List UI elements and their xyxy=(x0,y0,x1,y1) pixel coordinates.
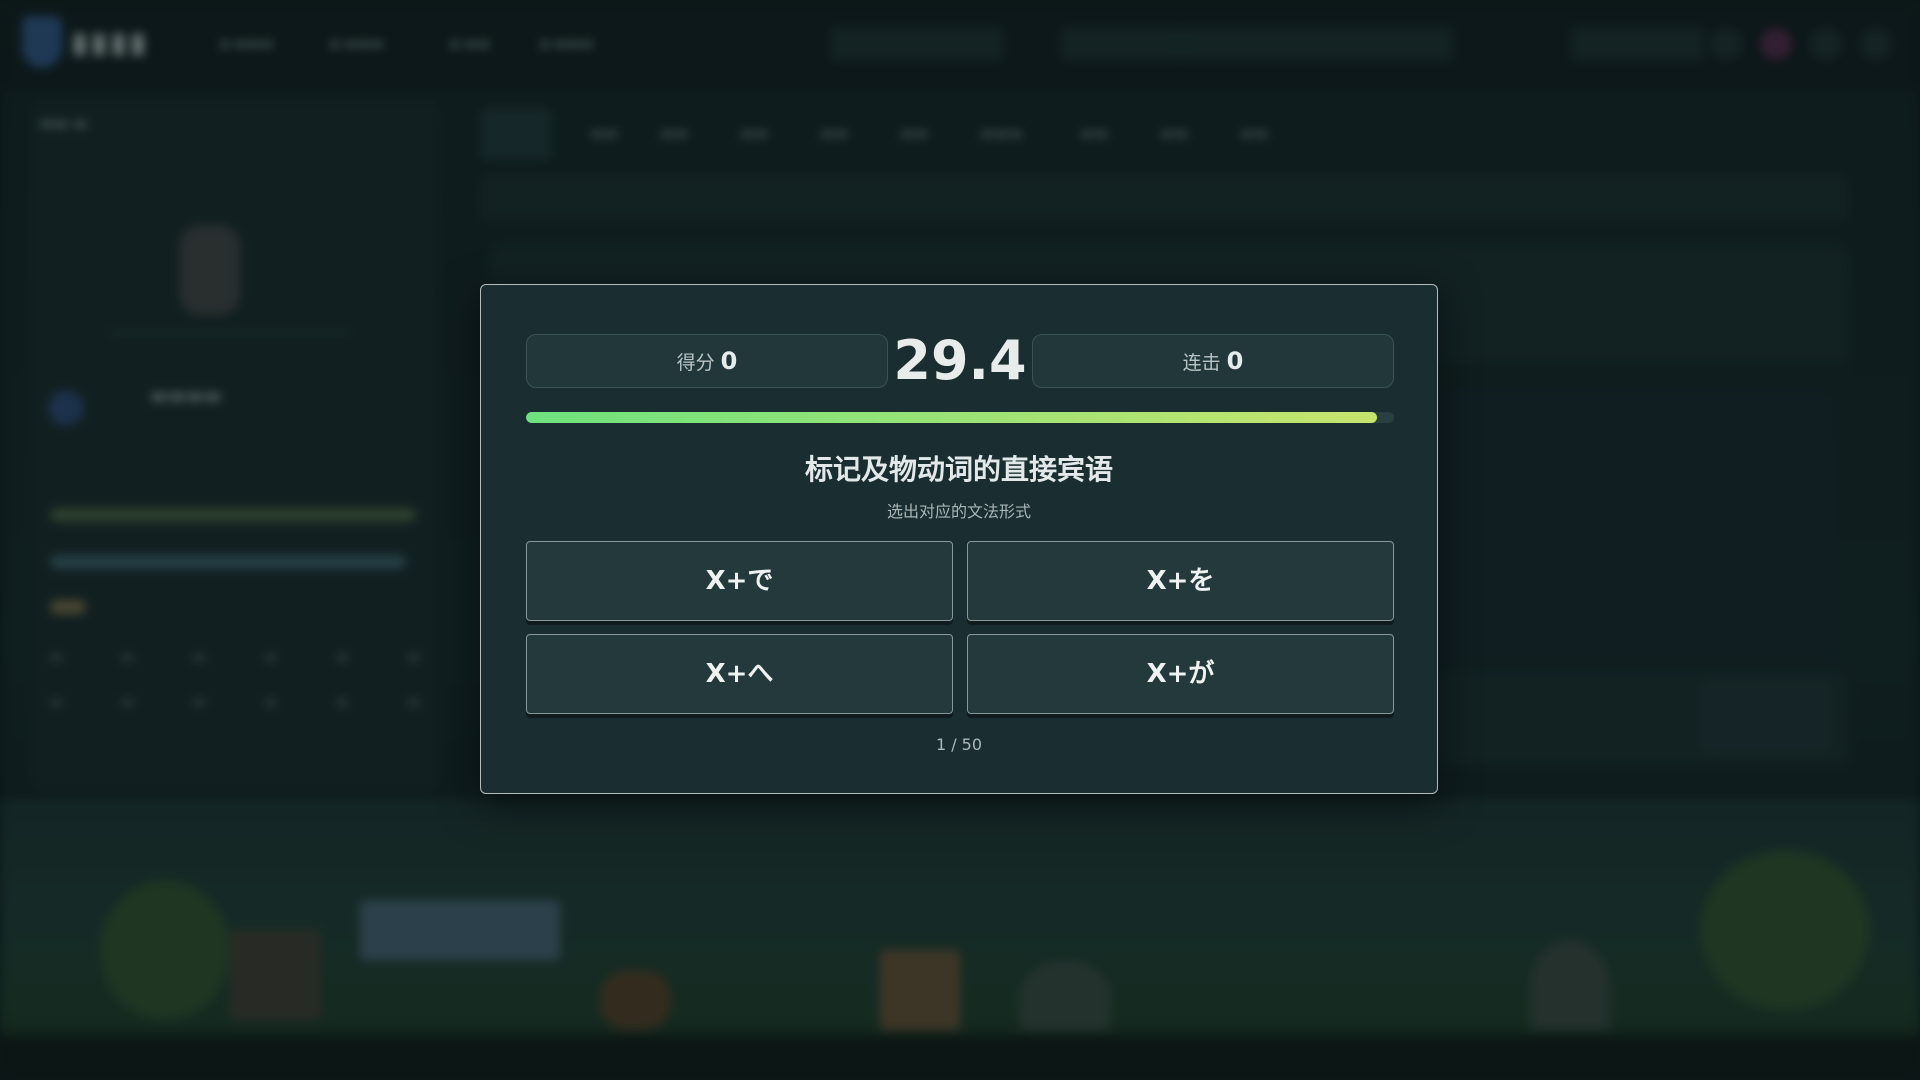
quiz-modal: 得分 0 29.4 连击 0 标记及物动词的直接宾语 选出对应的文法形式 X+で… xyxy=(480,284,1438,794)
time-progress-fill xyxy=(526,412,1377,423)
countdown-timer: 29.4 xyxy=(893,329,1027,392)
score-box: 得分 0 xyxy=(526,334,888,388)
question-text: 标记及物动词的直接宾语 xyxy=(804,453,1113,486)
time-progress-track xyxy=(526,412,1394,423)
question-counter: 1 / 50 xyxy=(935,735,983,754)
combo-box: 连击 0 xyxy=(1032,334,1394,388)
answer-option-3[interactable]: X+へ xyxy=(526,634,953,714)
combo-value: 0 xyxy=(1226,347,1244,375)
combo-label: 连击 xyxy=(1182,351,1221,374)
score-value: 0 xyxy=(720,347,738,375)
score-label: 得分 xyxy=(676,351,715,374)
answer-option-2[interactable]: X+を xyxy=(967,541,1394,621)
answer-option-4[interactable]: X+が xyxy=(967,634,1394,714)
question-hint: 选出对应的文法形式 xyxy=(886,502,1031,521)
answer-option-1[interactable]: X+で xyxy=(526,541,953,621)
